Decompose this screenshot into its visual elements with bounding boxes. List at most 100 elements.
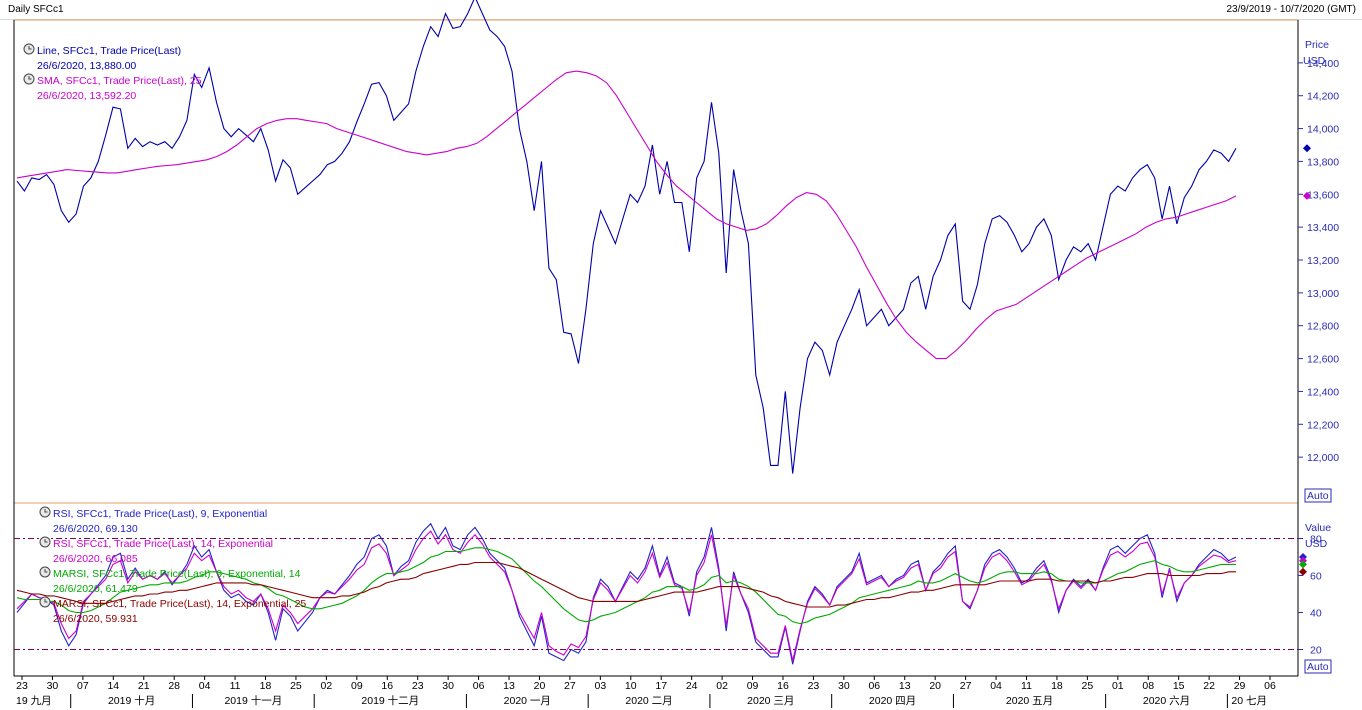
rsi-legend: RSI, SFCc1, Trade Price(Last), 9, Expone… <box>39 506 306 625</box>
price-axis-currency: USD <box>1303 55 1326 67</box>
series-line-price-0[interactable] <box>16 0 1237 474</box>
legend-marsi9-value: 26/6/2020, 61.479 <box>53 583 138 595</box>
x-day-label: 03 <box>594 680 606 692</box>
x-day-label: 23 <box>808 680 820 692</box>
x-day-label: 30 <box>442 680 454 692</box>
price-tick-label: 12,800 <box>1307 321 1339 333</box>
rsi-tick-label: 60 <box>1310 571 1322 583</box>
legend-item-marsi14[interactable]: MARSI, SFCc1, Trade Price(Last), 14, Exp… <box>39 596 306 625</box>
legend-item-line[interactable]: Line, SFCc1, Trade Price(Last) 26/6/2020… <box>23 43 181 72</box>
price-tick-label: 13,600 <box>1307 189 1339 201</box>
x-day-label: 11 <box>1021 680 1032 692</box>
x-day-label: 20 <box>534 680 546 692</box>
legend-rsi14-value: 26/6/2020, 66.085 <box>53 553 138 565</box>
x-day-label: 13 <box>503 680 515 692</box>
rsi-tick-label: 20 <box>1310 645 1322 657</box>
x-day-label: 08 <box>1142 680 1154 692</box>
x-axis: 23 30 07 14 21 28 04 11 18 25 02 09 16 23 30 06 13 20 27 03… <box>16 676 1276 708</box>
series-line-price-1[interactable] <box>16 70 1237 360</box>
x-day-label: 30 <box>47 680 59 692</box>
price-tick-label: 12,600 <box>1307 354 1339 366</box>
price-tick-label: 12,400 <box>1307 386 1339 398</box>
rsi-axis-title: Value <box>1305 522 1331 534</box>
x-month-label: 2020 三月 <box>747 695 794 707</box>
x-month-label: 20 七月 <box>1231 695 1267 707</box>
x-day-label: 21 <box>138 680 150 692</box>
price-tick-label: 12,000 <box>1307 452 1339 464</box>
x-day-label: 04 <box>199 680 211 692</box>
x-day-label: 25 <box>1082 680 1094 692</box>
x-month-label: 2019 十二月 <box>361 694 419 707</box>
x-day-label: 01 <box>1112 680 1124 692</box>
rsi-axis-currency: USD <box>1305 538 1328 550</box>
x-day-label: 30 <box>838 680 850 692</box>
legend-sma-value: 26/6/2020, 13,592.20 <box>37 90 136 102</box>
chart-canvas[interactable]: 14,40014,20014,00013,80013,60013,40013,2… <box>0 0 1362 710</box>
x-day-label: 16 <box>777 680 789 692</box>
x-day-label: 27 <box>564 680 576 692</box>
x-day-label: 07 <box>77 680 89 692</box>
x-month-label: 19 九月 <box>16 695 52 707</box>
x-month-label: 2019 十一月 <box>224 694 282 707</box>
legend-line-value: 26/6/2020, 13,880.00 <box>37 60 136 72</box>
legend-line-name: Line, SFCc1, Trade Price(Last) <box>37 45 181 57</box>
x-day-label: 18 <box>1051 680 1063 692</box>
series-line-rsi-1[interactable] <box>16 530 1237 661</box>
x-day-label: 15 <box>1173 680 1185 692</box>
x-day-label: 06 <box>473 680 485 692</box>
rsi-auto-label: Auto <box>1307 661 1329 673</box>
x-month-label: 2020 六月 <box>1143 695 1190 707</box>
legend-rsi9-value: 26/6/2020, 69.130 <box>53 523 138 535</box>
legend-rsi14-name: RSI, SFCc1, Trade Price(Last), 14, Expon… <box>53 538 273 550</box>
legend-item-rsi9[interactable]: RSI, SFCc1, Trade Price(Last), 9, Expone… <box>39 506 267 535</box>
price-tick-label: 14,000 <box>1307 124 1339 136</box>
x-day-label: 02 <box>321 680 333 692</box>
x-month-label: 2020 五月 <box>1006 695 1053 707</box>
price-panel-frame <box>13 19 1299 504</box>
x-day-label: 09 <box>747 680 759 692</box>
x-day-label: 10 <box>625 680 637 692</box>
x-day-label: 06 <box>868 680 880 692</box>
x-day-label: 09 <box>351 680 363 692</box>
x-day-label: 11 <box>230 680 241 692</box>
x-month-label: 2020 二月 <box>625 695 672 707</box>
legend-marsi14-name: MARSI, SFCc1, Trade Price(Last), 14, Exp… <box>53 598 306 610</box>
rsi-tick-label: 40 <box>1310 608 1322 620</box>
price-tick-label: 12,200 <box>1307 419 1339 431</box>
price-tick-label: 14,200 <box>1307 91 1339 103</box>
x-month-label: 2019 十月 <box>108 694 155 707</box>
x-day-label: 23 <box>16 680 28 692</box>
price-tick-label: 13,200 <box>1307 255 1339 267</box>
legend-marsi9-name: MARSI, SFCc1, Trade Price(Last), 9, Expo… <box>53 568 301 580</box>
legend-marsi14-value: 26/6/2020, 59.931 <box>53 613 138 625</box>
x-day-label: 29 <box>1234 680 1246 692</box>
price-tick-label: 13,800 <box>1307 156 1339 168</box>
x-day-label: 23 <box>412 680 424 692</box>
legend-item-sma[interactable]: SMA, SFCc1, Trade Price(Last), 25 26/6/2… <box>23 73 202 102</box>
x-month-label: 2020 四月 <box>869 695 916 707</box>
x-day-label: 27 <box>960 680 972 692</box>
last-value-marker <box>1303 144 1311 153</box>
x-day-label: 28 <box>168 680 180 692</box>
x-day-label: 16 <box>381 680 393 692</box>
x-day-label: 18 <box>260 680 272 692</box>
price-tick-label: 13,000 <box>1307 288 1339 300</box>
rsi-panel-frame <box>13 502 1299 677</box>
x-day-label: 24 <box>686 680 698 692</box>
price-legend: Line, SFCc1, Trade Price(Last) 26/6/2020… <box>23 43 202 102</box>
legend-rsi9-name: RSI, SFCc1, Trade Price(Last), 9, Expone… <box>53 508 267 520</box>
price-axis-title: Price <box>1305 39 1329 51</box>
x-day-label: 20 <box>929 680 941 692</box>
price-auto-label: Auto <box>1307 490 1329 502</box>
legend-sma-name: SMA, SFCc1, Trade Price(Last), 25 <box>37 75 202 87</box>
last-value-marker <box>1299 567 1307 576</box>
x-day-label: 02 <box>716 680 728 692</box>
x-day-label: 13 <box>899 680 911 692</box>
x-day-label: 14 <box>107 680 119 692</box>
x-day-label: 06 <box>1264 680 1276 692</box>
x-day-label: 22 <box>1203 680 1215 692</box>
x-month-label: 2020 一月 <box>504 695 551 707</box>
legend-item-rsi14[interactable]: RSI, SFCc1, Trade Price(Last), 14, Expon… <box>39 536 273 565</box>
x-day-label: 04 <box>990 680 1002 692</box>
x-day-label: 17 <box>655 680 667 692</box>
